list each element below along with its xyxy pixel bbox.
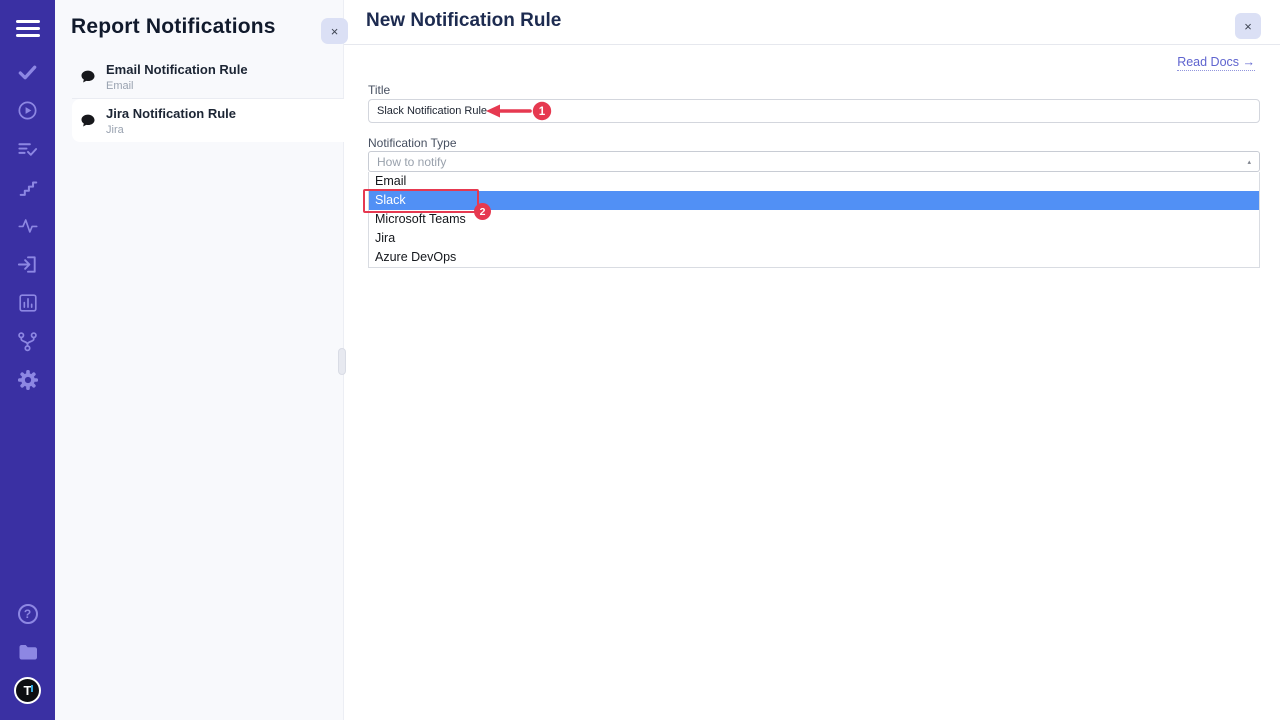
product-logo[interactable]: T — [0, 676, 55, 704]
settings-gear-icon[interactable] — [0, 368, 55, 392]
option-azure-devops[interactable]: Azure DevOps — [369, 248, 1259, 267]
hamburger-icon — [16, 20, 40, 37]
main-close-button[interactable]: × — [1235, 13, 1261, 39]
option-microsoft-teams[interactable]: Microsoft Teams — [369, 210, 1259, 229]
bar-chart-icon[interactable] — [0, 291, 55, 315]
option-jira[interactable]: Jira — [369, 229, 1259, 248]
question-mark-icon: ? — [18, 604, 38, 624]
help-icon[interactable]: ? — [0, 602, 55, 626]
panel-close-button[interactable]: × — [321, 18, 348, 44]
check-icon[interactable] — [0, 60, 55, 84]
activity-pulse-icon[interactable] — [0, 214, 55, 238]
steps-icon[interactable] — [0, 176, 55, 200]
rule-item-texts: Jira Notification Rule Jira — [106, 106, 236, 136]
rule-item-texts: Email Notification Rule Email — [106, 62, 248, 92]
sign-in-icon[interactable] — [0, 252, 55, 276]
select-placeholder: How to notify — [377, 155, 1247, 169]
rule-item-title: Jira Notification Rule — [106, 106, 236, 121]
option-slack[interactable]: Slack — [369, 191, 1259, 210]
list-check-icon[interactable] — [0, 137, 55, 161]
app-sidebar: ? T — [0, 0, 55, 720]
list-item-jira-rule[interactable]: Jira Notification Rule Jira — [72, 99, 344, 142]
notification-type-select[interactable]: How to notify ▴ — [368, 151, 1260, 172]
type-field-label: Notification Type — [368, 136, 457, 150]
panel-resize-handle[interactable] — [338, 348, 346, 375]
panel-title: Report Notifications — [71, 15, 276, 39]
header-divider — [344, 44, 1280, 45]
notification-type-options: Email Slack Microsoft Teams Jira Azure D… — [368, 172, 1260, 268]
report-notifications-panel: Report Notifications × Email Notificatio… — [55, 0, 344, 720]
caret-up-icon: ▴ — [1247, 158, 1251, 166]
read-docs-link[interactable]: Read Docs → — [1177, 55, 1255, 71]
logo-t-icon: T — [14, 677, 41, 704]
chat-bubble-icon — [79, 112, 97, 130]
title-field-label: Title — [368, 83, 390, 97]
rule-item-title: Email Notification Rule — [106, 62, 248, 77]
list-item-email-rule[interactable]: Email Notification Rule Email — [72, 56, 344, 99]
git-fork-icon[interactable] — [0, 329, 55, 353]
menu-icon[interactable] — [0, 16, 55, 40]
rule-item-subtitle: Jira — [106, 124, 236, 136]
rule-item-subtitle: Email — [106, 80, 248, 92]
new-notification-rule-panel: New Notification Rule × Read Docs → Titl… — [344, 0, 1280, 720]
option-email[interactable]: Email — [369, 172, 1259, 191]
play-circle-icon[interactable] — [0, 98, 55, 122]
page-title: New Notification Rule — [366, 10, 561, 32]
docs-folder-icon[interactable] — [0, 640, 55, 664]
chat-bubble-icon — [79, 68, 97, 86]
title-input[interactable] — [368, 99, 1260, 123]
logo-accent-mark — [31, 685, 33, 692]
